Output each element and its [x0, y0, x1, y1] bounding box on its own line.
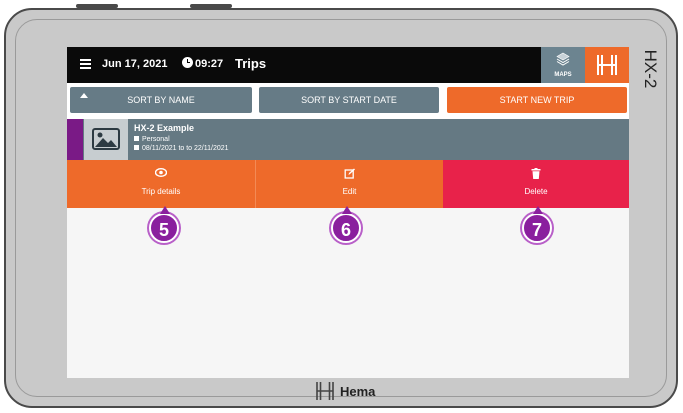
device-button	[190, 4, 232, 8]
trip-thumbnail	[84, 119, 128, 160]
trip-actions: Trip details Edit Delete	[67, 160, 629, 208]
sort-by-name-label: SORT BY NAME	[127, 95, 195, 105]
delete-label: Delete	[524, 187, 548, 196]
edit-icon	[344, 168, 355, 179]
clock-icon	[182, 57, 193, 68]
current-time: 09:27	[195, 58, 224, 70]
top-bar: Jun 17, 2021 09:27 Trips MAPS	[67, 47, 629, 83]
calendar-icon	[134, 145, 139, 150]
trip-dates-label: 08/11/2021 to to 22/11/2021	[142, 145, 229, 152]
sort-toolbar: SORT BY NAME SORT BY START DATE START NE…	[67, 83, 629, 119]
hema-logo-icon	[597, 55, 617, 75]
menu-icon[interactable]	[80, 59, 91, 69]
trip-details-button[interactable]: Trip details	[67, 160, 255, 208]
image-icon	[92, 128, 120, 150]
trip-color-marker	[67, 119, 83, 160]
edit-button[interactable]: Edit	[255, 160, 443, 208]
trip-list-item[interactable]: HX-2 Example Personal 08/11/2021 to to 2…	[67, 119, 629, 160]
trip-type: Personal	[134, 136, 170, 143]
maps-label: MAPS	[554, 72, 572, 78]
delete-button[interactable]: Delete	[443, 160, 629, 208]
page-title: Trips	[235, 56, 267, 71]
callout-badge-6: 6	[331, 206, 361, 243]
edit-label: Edit	[342, 187, 357, 196]
brand-name: Hema	[340, 384, 376, 399]
device-button	[76, 4, 118, 8]
trash-icon	[531, 168, 541, 179]
callout-badge-5: 5	[149, 206, 179, 243]
trip-dates: 08/11/2021 to to 22/11/2021	[134, 145, 229, 152]
hema-home-button[interactable]	[585, 47, 629, 83]
maps-button[interactable]: MAPS	[541, 47, 585, 83]
briefcase-icon	[134, 136, 139, 141]
eye-icon	[155, 168, 167, 177]
trip-type-label: Personal	[142, 136, 170, 143]
start-new-trip-label: START NEW TRIP	[499, 95, 575, 105]
sort-by-start-date-button[interactable]: SORT BY START DATE	[259, 87, 439, 113]
start-new-trip-button[interactable]: START NEW TRIP	[447, 87, 627, 113]
trip-name: HX-2 Example	[134, 123, 195, 133]
sort-by-start-date-label: SORT BY START DATE	[301, 95, 397, 105]
app-screen: Jun 17, 2021 09:27 Trips MAPS SORT BY NA…	[67, 47, 629, 378]
current-date: Jun 17, 2021	[102, 58, 168, 70]
layers-icon	[556, 52, 570, 66]
sort-by-name-button[interactable]: SORT BY NAME	[70, 87, 252, 113]
hema-brand-icon	[316, 382, 334, 400]
callout-badge-7: 7	[522, 206, 552, 243]
sort-ascending-icon	[80, 93, 88, 98]
device-model-label: HX-2	[641, 49, 660, 89]
trip-details-label: Trip details	[141, 187, 181, 196]
